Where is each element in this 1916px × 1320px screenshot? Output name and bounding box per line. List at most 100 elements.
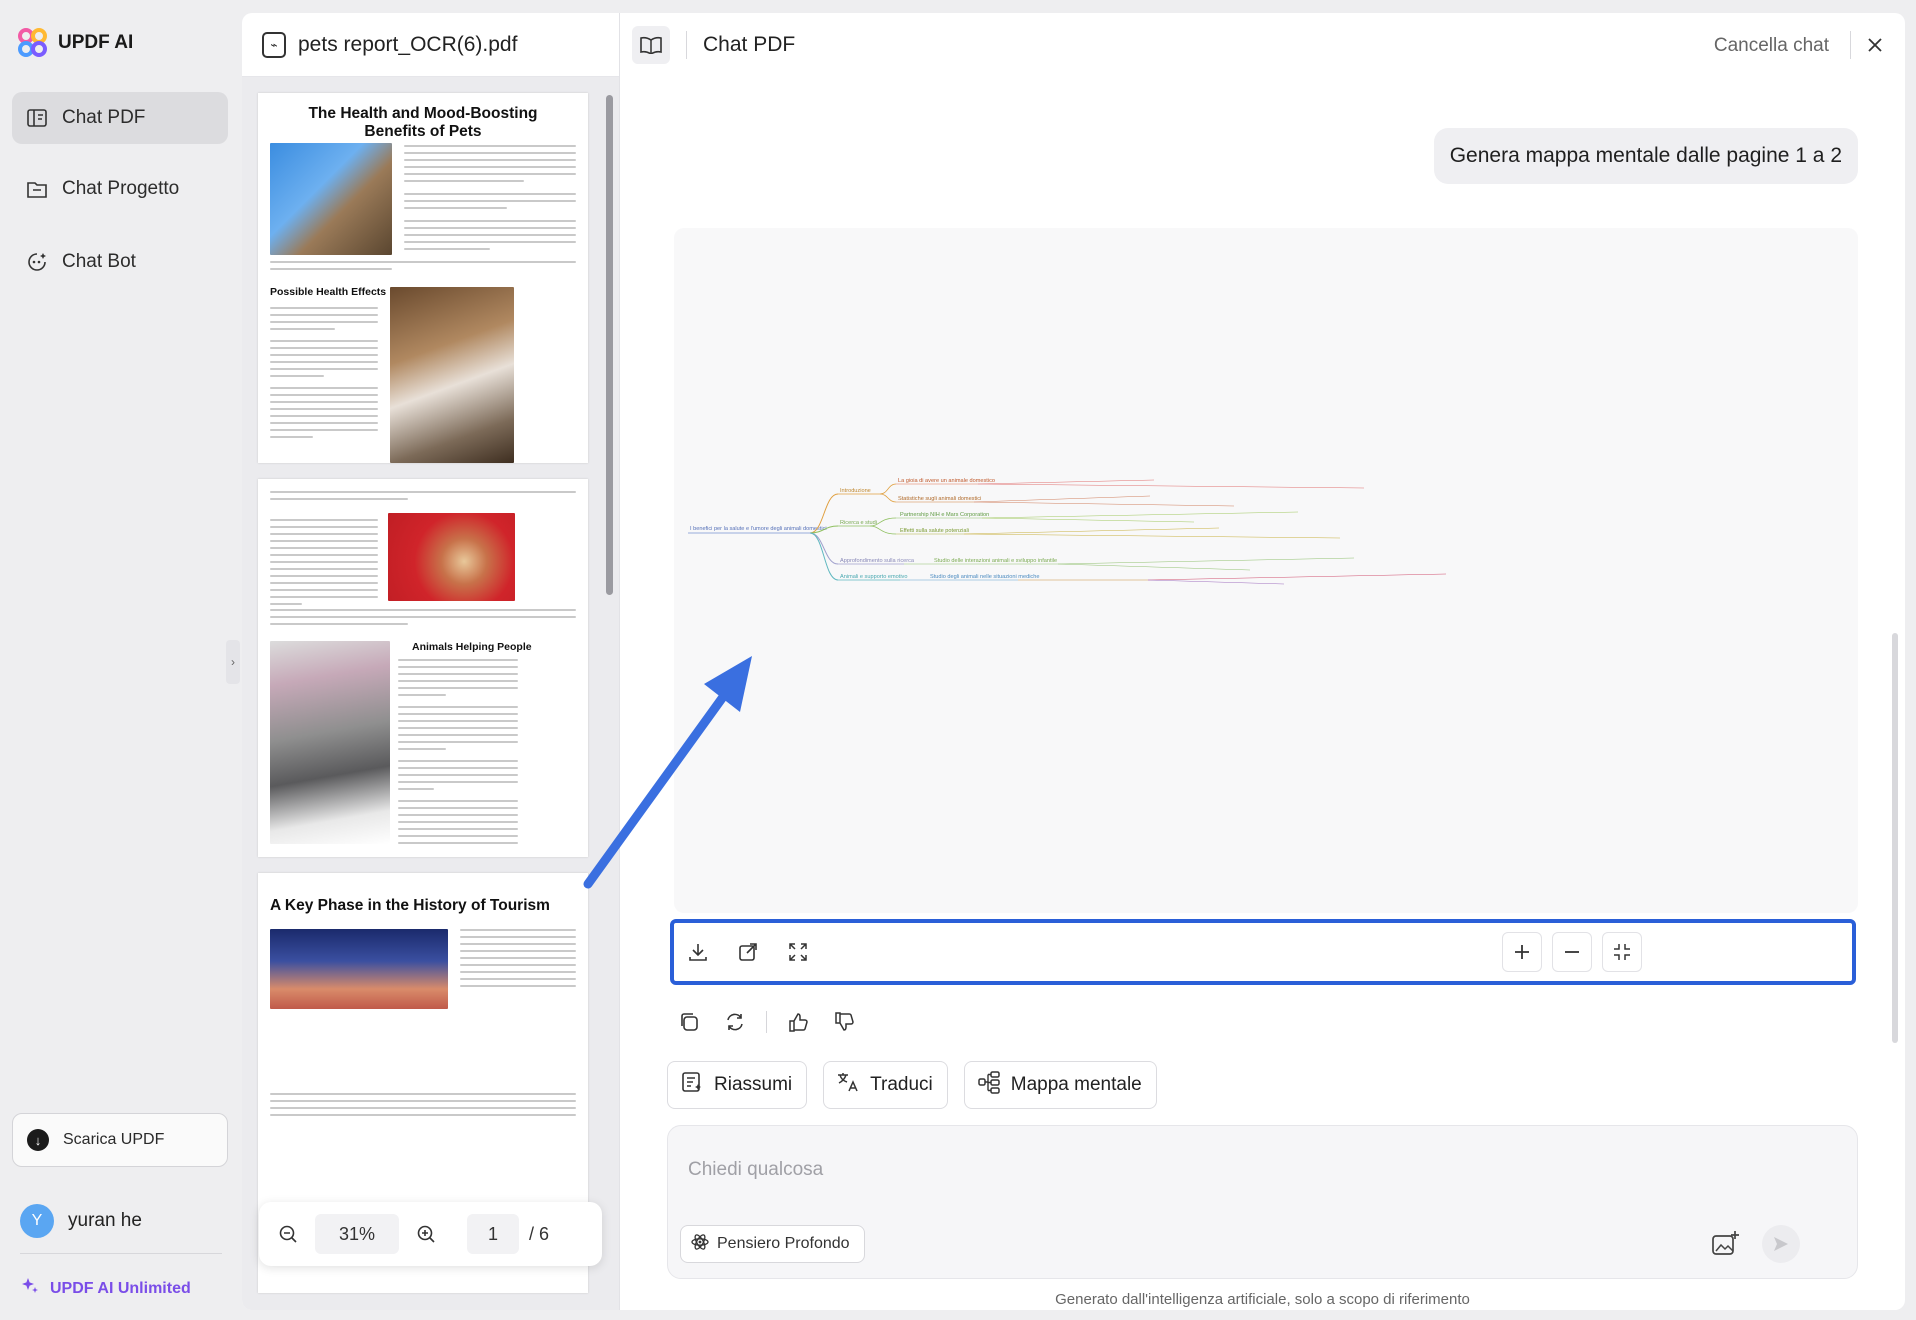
- download-icon[interactable]: [678, 932, 718, 972]
- chat-title: Chat PDF: [703, 33, 796, 56]
- chat-composer: Chiedi qualcosa Pensiero Profondo: [667, 1125, 1858, 1279]
- text-block: [270, 1093, 576, 1121]
- zoom-in-icon[interactable]: [409, 1217, 443, 1251]
- mindmap-branch: Ricerca e studi: [840, 520, 877, 526]
- close-icon[interactable]: [1863, 33, 1887, 57]
- brand: UPDF AI: [18, 28, 133, 58]
- mindmap-node: Partnership NIH e Mars Corporation: [900, 512, 989, 518]
- mindmap-node: La gioia di avere un animale domestico: [898, 478, 995, 484]
- regenerate-icon[interactable]: [720, 1007, 750, 1037]
- mindmap-node: Statistiche sugli animali domestici: [898, 496, 981, 502]
- pdf-page-thumbnail[interactable]: The Health and Mood-Boosting Benefits of…: [258, 93, 588, 463]
- pdf-header: ⌁ pets report_OCR(6).pdf: [242, 13, 619, 77]
- nav-item-chat-bot[interactable]: Chat Bot: [12, 236, 228, 288]
- grey-cat-photo: [270, 641, 390, 844]
- divider: [766, 1011, 767, 1033]
- pdf-filename: pets report_OCR(6).pdf: [298, 32, 518, 56]
- pdf-viewer: ⌁ pets report_OCR(6).pdf The Health and …: [242, 13, 620, 1310]
- nav-label: Chat Progetto: [62, 178, 180, 199]
- chat-input[interactable]: Chiedi qualcosa: [688, 1159, 823, 1181]
- mindmap-node: Effetti sulla salute potenziali: [900, 528, 969, 534]
- chat-pdf-icon: [26, 107, 48, 129]
- sparkle-icon: [20, 1276, 40, 1301]
- mindmap-branch: Approfondimento sulla ricerca: [840, 558, 915, 564]
- message-actions: [674, 1007, 859, 1037]
- pdf-file-icon: ⌁: [262, 31, 286, 58]
- page-number-input[interactable]: 1: [467, 1214, 519, 1254]
- nav-label: Chat PDF: [62, 107, 146, 128]
- text-block: [270, 261, 576, 275]
- section-heading: Possible Health Effects: [270, 286, 387, 298]
- mindmap-branch: Animali e supporto emotivo: [840, 574, 907, 580]
- thumbs-down-icon[interactable]: [829, 1007, 859, 1037]
- mindmap-toolbar: [670, 919, 1856, 985]
- left-sidebar: UPDF AI Chat PDF Chat Progetto Chat Bot …: [0, 0, 240, 1320]
- nav-label: Chat Bot: [62, 251, 136, 272]
- zoom-out-icon[interactable]: [1552, 932, 1592, 972]
- thumbs-up-icon[interactable]: [783, 1007, 813, 1037]
- zoom-in-icon[interactable]: [1502, 932, 1542, 972]
- ai-disclaimer: Generato dall'intelligenza artificiale, …: [1055, 1291, 1470, 1308]
- plan-label: UPDF AI Unlimited: [50, 1279, 191, 1297]
- quick-actions: Riassumi Traduci Mappa mentale: [667, 1061, 1157, 1109]
- avatar: Y: [20, 1204, 54, 1238]
- folder-chat-icon: [26, 178, 48, 200]
- dog-and-cat-photo: [390, 287, 514, 463]
- pdf-scrollbar[interactable]: [606, 95, 613, 595]
- mindmap-node: Studio degli animali nelle situazioni me…: [930, 574, 1039, 580]
- page-title: The Health and Mood-Boosting Benefits of…: [308, 105, 538, 140]
- text-block: [398, 659, 518, 849]
- tourism-photo: [270, 929, 448, 1009]
- download-icon: ↓: [27, 1129, 49, 1151]
- user-name: yuran he: [68, 1210, 142, 1231]
- zoom-out-icon[interactable]: [271, 1217, 305, 1251]
- updf-logo-icon: [18, 28, 48, 58]
- summarize-button[interactable]: Riassumi: [667, 1061, 808, 1109]
- translate-icon: [836, 1070, 860, 1100]
- send-icon: [1774, 1237, 1788, 1251]
- cancel-chat-button[interactable]: Cancella chat: [1714, 35, 1829, 57]
- chat-header: Chat PDF Cancella chat: [620, 13, 1905, 77]
- user-message-bubble: Genera mappa mentale dalle pagine 1 a 2: [1433, 128, 1858, 184]
- send-button[interactable]: [1762, 1225, 1800, 1263]
- zoom-toolbar: 31% 1 / 6: [259, 1202, 602, 1266]
- brand-name: UPDF AI: [58, 32, 134, 53]
- mindmap-canvas[interactable]: I benefici per la salute e l'umore degli…: [674, 228, 1858, 913]
- pdf-page-thumbnail[interactable]: Animals Helping People: [258, 479, 588, 857]
- page-title: A Key Phase in the History of Tourism: [270, 897, 550, 914]
- mindmap-node: Studio delle interazioni animali e svilu…: [934, 558, 1057, 564]
- pdf-pages-scroll[interactable]: The Health and Mood-Boosting Benefits of…: [242, 77, 619, 1310]
- book-icon[interactable]: [632, 26, 670, 64]
- export-icon[interactable]: [728, 932, 768, 972]
- mindmap-root: I benefici per la salute e l'umore degli…: [690, 526, 827, 532]
- fit-view-icon[interactable]: [1602, 932, 1642, 972]
- divider: [20, 1253, 222, 1254]
- nav-item-chat-progetto[interactable]: Chat Progetto: [12, 163, 228, 215]
- chip-label: Riassumi: [714, 1074, 793, 1095]
- atom-icon: [691, 1233, 709, 1256]
- nav-item-chat-pdf[interactable]: Chat PDF: [12, 92, 228, 144]
- chat-scrollbar[interactable]: [1892, 633, 1898, 1043]
- collapse-panel-handle[interactable]: ›: [226, 640, 240, 684]
- text-block: [404, 145, 576, 255]
- deep-thinking-label: Pensiero Profondo: [717, 1235, 850, 1252]
- plan-badge[interactable]: UPDF AI Unlimited: [20, 1276, 191, 1301]
- summary-icon: [680, 1070, 704, 1100]
- cat-photo: [270, 143, 392, 255]
- text-block: [460, 929, 576, 992]
- mindmap-graph: I benefici per la salute e l'umore degli…: [688, 478, 1447, 585]
- divider: [1850, 31, 1851, 59]
- image-upload-icon[interactable]: [1708, 1227, 1742, 1261]
- translate-button[interactable]: Traduci: [823, 1061, 948, 1109]
- page-total: / 6: [529, 1223, 550, 1244]
- copy-icon[interactable]: [674, 1007, 704, 1037]
- user-profile[interactable]: Y yuran he: [20, 1204, 142, 1238]
- deep-thinking-toggle[interactable]: Pensiero Profondo: [680, 1225, 865, 1263]
- mindmap-button[interactable]: Mappa mentale: [963, 1061, 1157, 1109]
- section-heading: Animals Helping People: [412, 641, 532, 653]
- bot-icon: [26, 251, 48, 273]
- zoom-level[interactable]: 31%: [315, 1214, 399, 1254]
- text-block: [270, 491, 576, 505]
- fullscreen-icon[interactable]: [778, 932, 818, 972]
- download-updf-button[interactable]: ↓ Scarica UPDF: [12, 1113, 228, 1167]
